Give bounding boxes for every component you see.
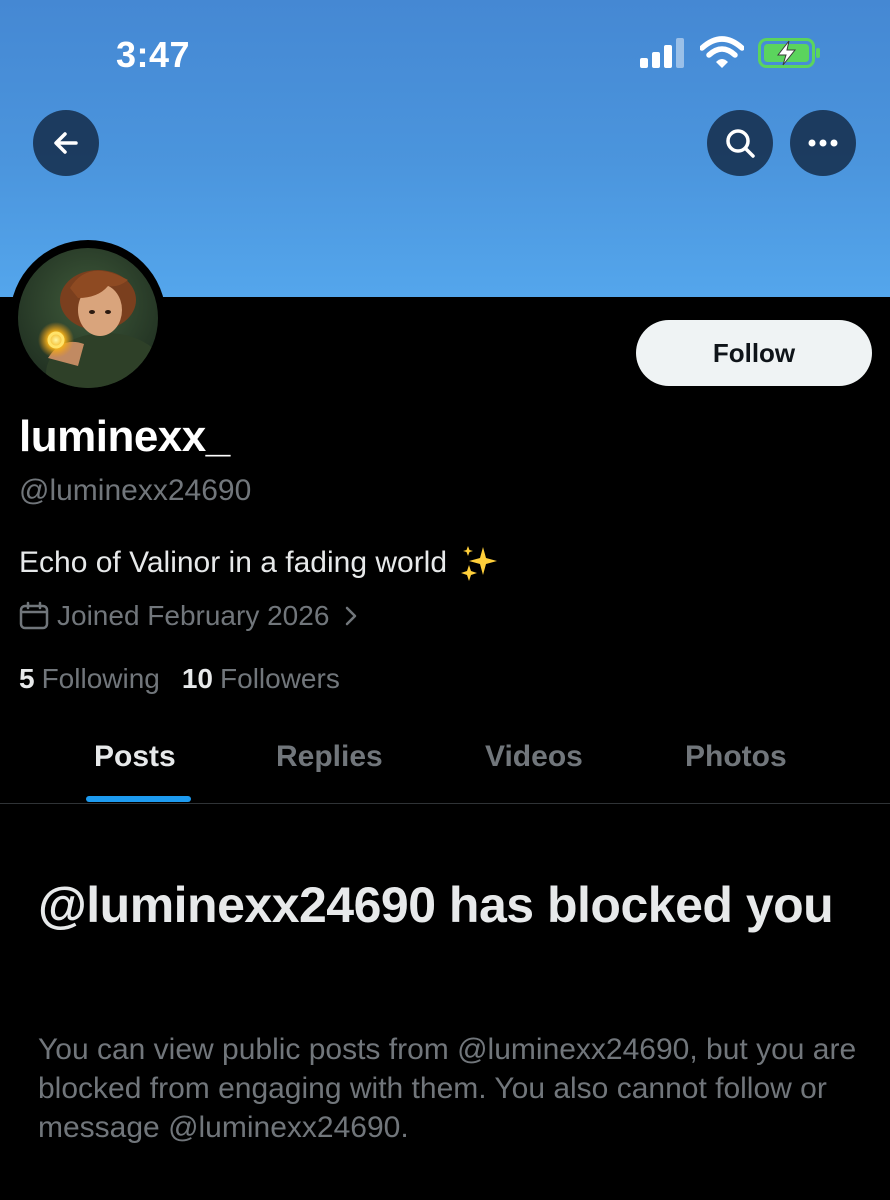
profile-handle: @luminexx24690 — [19, 474, 252, 507]
chevron-right-icon — [346, 606, 357, 626]
following-label: Following — [41, 663, 160, 694]
following-link[interactable]: 5 Following — [19, 663, 160, 695]
profile-bio: Echo of Valinor in a fading world — [19, 543, 499, 583]
following-count: 5 — [19, 663, 35, 694]
more-options-button[interactable] — [790, 110, 856, 176]
calendar-icon — [19, 601, 49, 630]
avatar — [18, 248, 166, 413]
battery-charging-icon — [758, 38, 820, 68]
tab-videos[interactable]: Videos — [485, 740, 583, 774]
blocked-description: You can view public posts from @luminexx… — [38, 1033, 857, 1144]
followers-count: 10 — [181, 663, 214, 694]
followers-label: Followers — [220, 663, 340, 694]
search-icon — [726, 129, 755, 158]
status-time: 3:47 — [116, 34, 191, 75]
display-name: luminexx_ — [19, 412, 230, 461]
active-tab-indicator — [86, 796, 191, 802]
follow-stats: 5 Following 10 Followers — [19, 663, 362, 695]
profile-tabs: Posts Replies Videos Photos — [0, 712, 890, 804]
search-button[interactable] — [707, 110, 773, 176]
joined-date[interactable]: Joined February 2026 — [19, 600, 361, 632]
bio-text: Echo of Valinor in a fading world — [19, 546, 448, 579]
avatar-frame[interactable] — [10, 240, 166, 413]
wifi-icon — [700, 36, 744, 68]
back-button[interactable] — [33, 110, 99, 176]
followers-link[interactable]: 10 Followers — [182, 663, 340, 695]
cellular-signal-icon — [640, 38, 684, 68]
more-horizontal-icon — [808, 139, 838, 147]
tab-photos[interactable]: Photos — [685, 740, 787, 774]
tab-posts[interactable]: Posts — [94, 740, 176, 774]
blocked-title: @luminexx24690 has blocked you — [38, 877, 834, 933]
arrow-left-icon — [54, 132, 78, 154]
joined-text: Joined February 2026 — [57, 600, 330, 631]
tab-replies[interactable]: Replies — [276, 740, 383, 774]
sparkles-icon — [461, 546, 498, 581]
follow-button[interactable]: Follow — [636, 320, 872, 386]
